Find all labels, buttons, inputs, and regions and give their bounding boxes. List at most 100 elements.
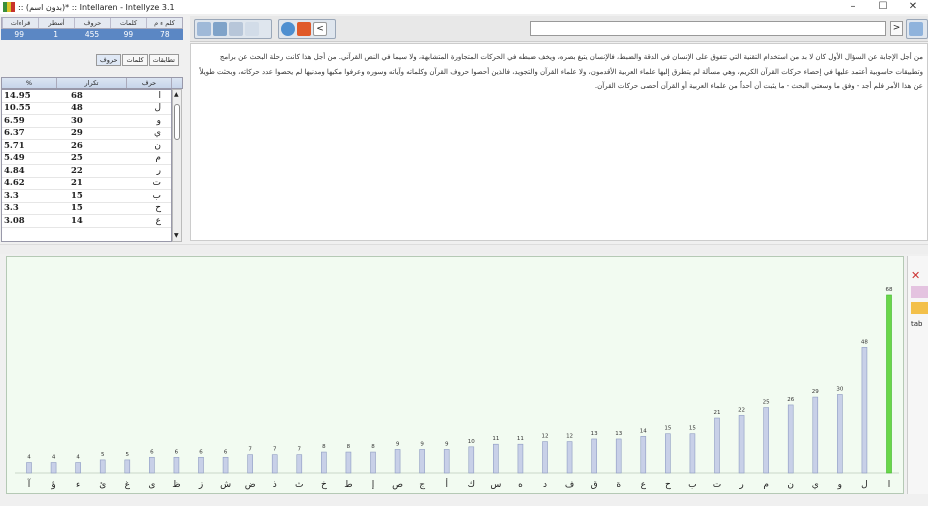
chart-bar[interactable] — [394, 449, 401, 474]
chart-bar[interactable] — [247, 454, 253, 474]
close-button[interactable]: ✕ — [898, 0, 928, 14]
scroll-thumb[interactable] — [174, 104, 180, 140]
chart-tick-label: ح — [665, 480, 671, 490]
header-letter[interactable]: حرف — [127, 78, 172, 88]
chart-bar[interactable] — [370, 451, 376, 474]
toolbar-view-group — [906, 19, 928, 39]
chart-bar[interactable] — [665, 433, 671, 474]
chart-bar[interactable] — [271, 454, 278, 474]
chart-bar[interactable] — [321, 451, 327, 474]
close-chart-icon[interactable]: ✕ — [911, 270, 928, 282]
chart-bar[interactable] — [714, 417, 720, 474]
splitter[interactable] — [0, 244, 928, 254]
tab-matches[interactable]: تطابقات — [148, 54, 179, 66]
chart-tick-label: ف — [565, 480, 574, 490]
chart-bar[interactable] — [640, 436, 647, 474]
table-row[interactable]: 10.55 48 ل — [2, 103, 171, 115]
table-row[interactable]: 4.62 21 ت — [2, 178, 171, 190]
tab-words[interactable]: كلمات — [122, 54, 148, 66]
open-icon[interactable] — [213, 22, 227, 36]
chart-data-label: 21 — [714, 410, 721, 416]
new-icon[interactable] — [197, 22, 211, 36]
cell-percent: 5.71 — [4, 140, 25, 151]
text-editor[interactable]: من أجل الإجابة عن السؤال الأول كان لا بد… — [190, 43, 928, 241]
chart-data-label: 8 — [322, 444, 326, 450]
chart-bar[interactable] — [198, 456, 204, 474]
table-row[interactable]: 5.71 26 ن — [2, 140, 171, 153]
palette-icon[interactable] — [911, 302, 928, 314]
table-row[interactable]: 3.08 14 ع — [2, 215, 171, 228]
chart-tick-label: أ — [445, 478, 448, 490]
chart-bar[interactable] — [615, 438, 622, 474]
chart-bar[interactable] — [443, 449, 450, 474]
minimize-button[interactable]: – — [838, 0, 868, 14]
chart-bar[interactable] — [837, 394, 843, 474]
chart-bar[interactable] — [75, 462, 81, 474]
header-percent[interactable]: % — [2, 78, 57, 88]
chart-tick-label: ض — [245, 480, 256, 490]
chart-bar[interactable] — [738, 415, 745, 474]
header-count[interactable]: تكرار — [57, 78, 127, 88]
app-logo-icon — [3, 2, 15, 12]
chart-bar[interactable] — [517, 443, 524, 474]
stats-header-readings: قراءات — [2, 18, 38, 28]
table-row[interactable]: 3.3 15 ب — [2, 190, 171, 203]
chart-tick-label: ه — [518, 480, 523, 490]
scroll-down-icon[interactable]: ▼ — [174, 232, 179, 239]
freq-table-scrollbar[interactable]: ▲ ▼ — [172, 89, 182, 242]
chart-bar[interactable] — [345, 451, 352, 474]
chart-tick-label: ك — [468, 480, 475, 490]
table-row[interactable]: 6.37 29 ي — [2, 128, 171, 140]
cell-letter: ل — [154, 103, 161, 114]
table-row[interactable]: 5.49 25 م — [2, 153, 171, 165]
globe-icon[interactable] — [281, 22, 295, 36]
chart-bar[interactable] — [50, 462, 57, 474]
forward-button[interactable]: > — [890, 21, 903, 36]
chart-bar[interactable] — [173, 456, 180, 474]
chart-bar[interactable] — [149, 456, 155, 474]
chart-bar[interactable] — [99, 459, 106, 474]
chart-bar[interactable] — [886, 294, 892, 474]
chart-bar[interactable] — [296, 454, 303, 474]
chart-tick-label: ء — [76, 480, 80, 490]
search-input[interactable] — [530, 21, 886, 36]
function-icon[interactable] — [297, 22, 311, 36]
stats-value-unique-words: 78 — [160, 30, 170, 39]
pink-swatch-icon[interactable] — [911, 286, 928, 298]
chart-bar[interactable] — [763, 407, 769, 474]
table-row[interactable]: 6.59 30 و — [2, 115, 171, 128]
table-row[interactable]: 3.3 15 ح — [2, 203, 171, 215]
chart-bar[interactable] — [26, 462, 32, 474]
chart-tick-label: ن — [787, 480, 794, 490]
scroll-up-icon[interactable]: ▲ — [174, 91, 179, 98]
chart-bar[interactable] — [124, 459, 131, 474]
stats-value-letters: 455 — [84, 30, 100, 39]
chart-bar[interactable] — [812, 396, 819, 474]
chart-bar[interactable] — [591, 438, 597, 474]
print-icon[interactable] — [245, 22, 259, 36]
cell-percent: 6.37 — [4, 128, 25, 139]
table-row[interactable]: 4.84 22 ر — [2, 165, 171, 178]
back-button[interactable]: < — [313, 22, 327, 36]
chart-tick-label: ة — [616, 480, 621, 490]
right-tool-strip: ✕ tab — [907, 256, 928, 494]
save-icon[interactable] — [229, 22, 243, 36]
maximize-button[interactable]: ☐ — [868, 0, 898, 14]
cell-count: 15 — [71, 203, 83, 214]
chart-bar[interactable] — [787, 404, 794, 474]
grid-icon[interactable] — [909, 22, 923, 36]
chart-bar[interactable] — [493, 443, 499, 474]
tab-label[interactable]: tab — [911, 318, 928, 330]
cell-percent: 5.49 — [4, 153, 25, 164]
chart-tick-label: ص — [392, 480, 403, 490]
tab-letters[interactable]: حروف — [96, 54, 122, 66]
chart-bar[interactable] — [468, 446, 475, 474]
chart-bar[interactable] — [222, 456, 229, 474]
chart-bar[interactable] — [689, 433, 696, 474]
table-row[interactable]: 14.95 68 ا — [2, 90, 171, 103]
chart-bar[interactable] — [542, 441, 548, 474]
freq-table-body[interactable]: 14.95 68 ا 10.55 48 ل 6.59 30 و 6.37 29 ي 5.71 26 ن 5.4… — [1, 89, 172, 242]
chart-bar[interactable] — [419, 449, 425, 474]
chart-bar[interactable] — [566, 441, 573, 474]
chart-bar[interactable] — [861, 347, 868, 474]
